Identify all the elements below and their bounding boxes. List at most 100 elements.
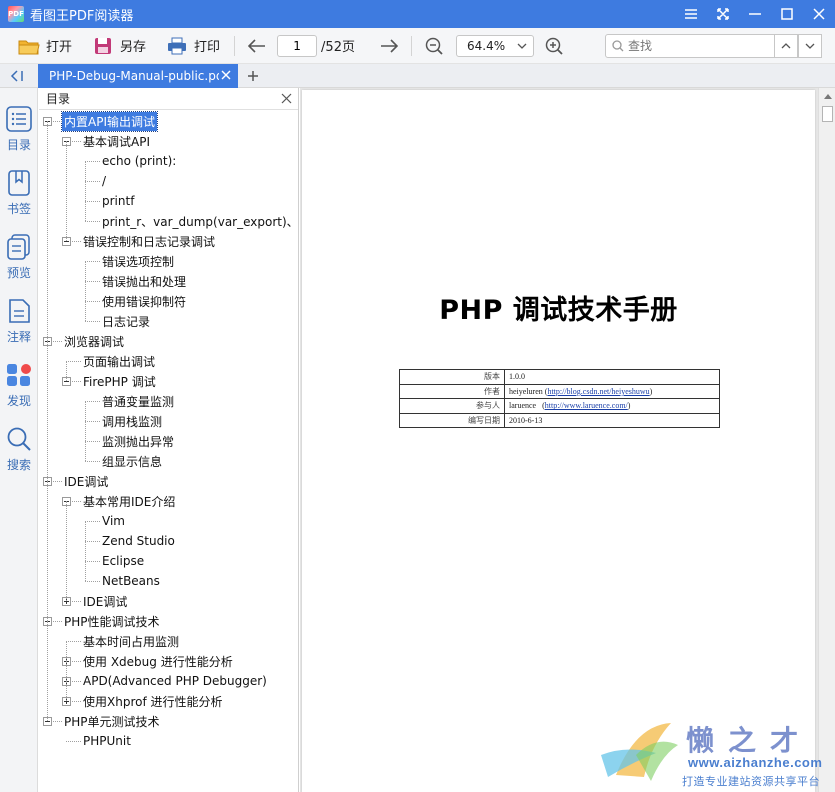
tree-connector (85, 261, 100, 262)
rail-discover[interactable]: 发现 (0, 356, 38, 412)
tree-item[interactable]: Vim (100, 511, 127, 531)
rail-preview[interactable]: 预览 (0, 228, 38, 284)
collapse-sidebar-button[interactable] (8, 68, 26, 84)
open-button[interactable]: 打开 (12, 32, 78, 60)
tree-item[interactable]: IDE调试 (81, 591, 129, 611)
toolbar: 打开 另存 打印 /52页 64.4% (0, 28, 835, 64)
tree-item[interactable]: Zend Studio (100, 531, 177, 551)
tree-item[interactable]: echo (print): (100, 151, 178, 171)
menu-icon[interactable] (675, 0, 707, 28)
tree-item[interactable]: 浏览器调试 (62, 331, 126, 351)
table-row: 作者 heiyeluren (http://blog.csdn.net/heiy… (399, 383, 720, 400)
document-viewport[interactable]: PHP 调试技术手册 版本 1.0.0 作者 heiyeluren (http:… (300, 88, 835, 792)
vertical-scrollbar[interactable] (818, 88, 835, 792)
open-label: 打开 (46, 40, 73, 55)
tree-item[interactable]: 错误抛出和处理 (100, 271, 188, 291)
table-row: 版本 1.0.0 (399, 369, 720, 385)
fullscreen-icon[interactable] (707, 0, 739, 28)
chevron-down-icon (805, 43, 815, 49)
tree-item-label: PHPUnit (83, 734, 131, 748)
tree-item[interactable]: 调用栈监测 (100, 411, 164, 431)
search-next-button[interactable] (798, 34, 822, 58)
app-title: 看图王PDF阅读器 (30, 8, 134, 24)
chevron-down-icon (517, 43, 527, 49)
watermark-slogan: 打造专业建站资源共享平台 (682, 775, 820, 788)
tree-item[interactable]: FirePHP 调试 (81, 371, 158, 391)
tree-item[interactable]: printf (100, 191, 136, 211)
tree-item[interactable]: NetBeans (100, 571, 162, 591)
tree-item[interactable]: / (100, 171, 108, 191)
tab-document[interactable]: PHP-Debug-Manual-public.pdf (38, 64, 238, 88)
meta-key: 编写日期 (399, 412, 505, 429)
tree-item-label: 错误选项控制 (102, 254, 175, 269)
tree-item[interactable]: 基本常用IDE介绍 (81, 491, 177, 511)
search-prev-button[interactable] (774, 34, 798, 58)
contributor-link[interactable]: http://www.laruence.com/ (545, 401, 628, 410)
tree-item-label: NetBeans (102, 574, 160, 588)
tree-item[interactable]: 组显示信息 (100, 451, 164, 471)
rail-annotations-label: 注释 (6, 330, 31, 344)
rail-bookmarks[interactable]: 书签 (0, 164, 38, 220)
close-icon[interactable] (803, 0, 835, 28)
tree-connector (72, 681, 81, 682)
tree-item[interactable]: IDE调试 (62, 471, 110, 491)
tree-connector (85, 161, 86, 181)
tree-connector (85, 541, 86, 561)
tree-item[interactable]: 使用 Xdebug 进行性能分析 (81, 651, 235, 671)
tree-item[interactable]: PHPUnit (81, 731, 133, 751)
close-icon[interactable] (281, 93, 292, 104)
tree-item[interactable]: 页面输出调试 (81, 351, 157, 371)
save-as-button[interactable]: 另存 (86, 32, 152, 60)
print-button[interactable]: 打印 (160, 32, 226, 60)
tree-item[interactable]: Eclipse (100, 551, 146, 571)
page-number-input[interactable] (277, 34, 318, 57)
tree-connector (85, 421, 86, 441)
next-page-button[interactable] (375, 32, 403, 60)
prev-page-button[interactable] (243, 32, 271, 60)
tree-item[interactable]: 错误选项控制 (100, 251, 176, 271)
tree-connector (85, 201, 86, 221)
tree-connector (66, 661, 67, 681)
tree-item-label: 普通变量监测 (102, 394, 175, 409)
zoom-out-button[interactable] (420, 32, 448, 60)
scroll-thumb[interactable] (822, 106, 833, 122)
tree-item-label: FirePHP 调试 (83, 374, 156, 389)
tree-item[interactable]: 日志记录 (100, 311, 152, 331)
tree-item-label: 浏览器调试 (64, 334, 125, 349)
minimize-icon[interactable] (739, 0, 771, 28)
tree-item[interactable]: 错误控制和日志记录调试 (81, 231, 217, 251)
tree-item[interactable]: PHP单元测试技术 (62, 711, 162, 731)
tree-connector (85, 281, 86, 301)
new-tab-button[interactable] (244, 67, 262, 85)
tree-item[interactable]: 监测抛出异常 (100, 431, 176, 451)
tree-item[interactable]: 普通变量监测 (100, 391, 176, 411)
rail-preview-label: 预览 (6, 266, 31, 280)
search-input[interactable] (628, 39, 768, 53)
rail-bookmarks-label: 书签 (6, 202, 31, 216)
printer-icon (166, 35, 188, 57)
rail-annotations[interactable]: 注释 (0, 292, 38, 348)
tree-item[interactable]: 使用错误抑制符 (100, 291, 188, 311)
tree-item[interactable]: 使用Xhprof 进行性能分析 (81, 691, 225, 711)
rail-search[interactable]: 搜索 (0, 420, 38, 476)
tree-item[interactable]: PHP性能调试技术 (62, 611, 162, 631)
tree-item[interactable]: print_r、var_dump(var_export)、de (100, 211, 298, 231)
outline-header: 目录 (39, 88, 298, 110)
annotation-icon (5, 296, 33, 326)
tree-item[interactable]: 基本时间占用监测 (81, 631, 181, 651)
rail-outline[interactable]: 目录 (0, 100, 38, 156)
author-link[interactable]: http://blog.csdn.net/heiyeshuwu (547, 387, 649, 396)
tab-close-icon[interactable] (220, 69, 232, 81)
tree-connector (85, 541, 100, 542)
meta-key: 参与人 (399, 398, 505, 414)
tree-connector (53, 621, 62, 622)
zoom-select[interactable]: 64.4% (455, 34, 534, 57)
tree-item-label: 日志记录 (102, 314, 151, 329)
maximize-icon[interactable] (771, 0, 803, 28)
zoom-in-button[interactable] (540, 32, 568, 60)
scroll-up-icon[interactable] (819, 88, 835, 104)
tree-item[interactable]: 内置API输出调试 (61, 110, 158, 132)
tree-item[interactable]: APD(Advanced PHP Debugger) (81, 671, 269, 691)
tree-item-label: 错误抛出和处理 (102, 274, 187, 289)
tree-item[interactable]: 基本调试API (81, 131, 152, 151)
